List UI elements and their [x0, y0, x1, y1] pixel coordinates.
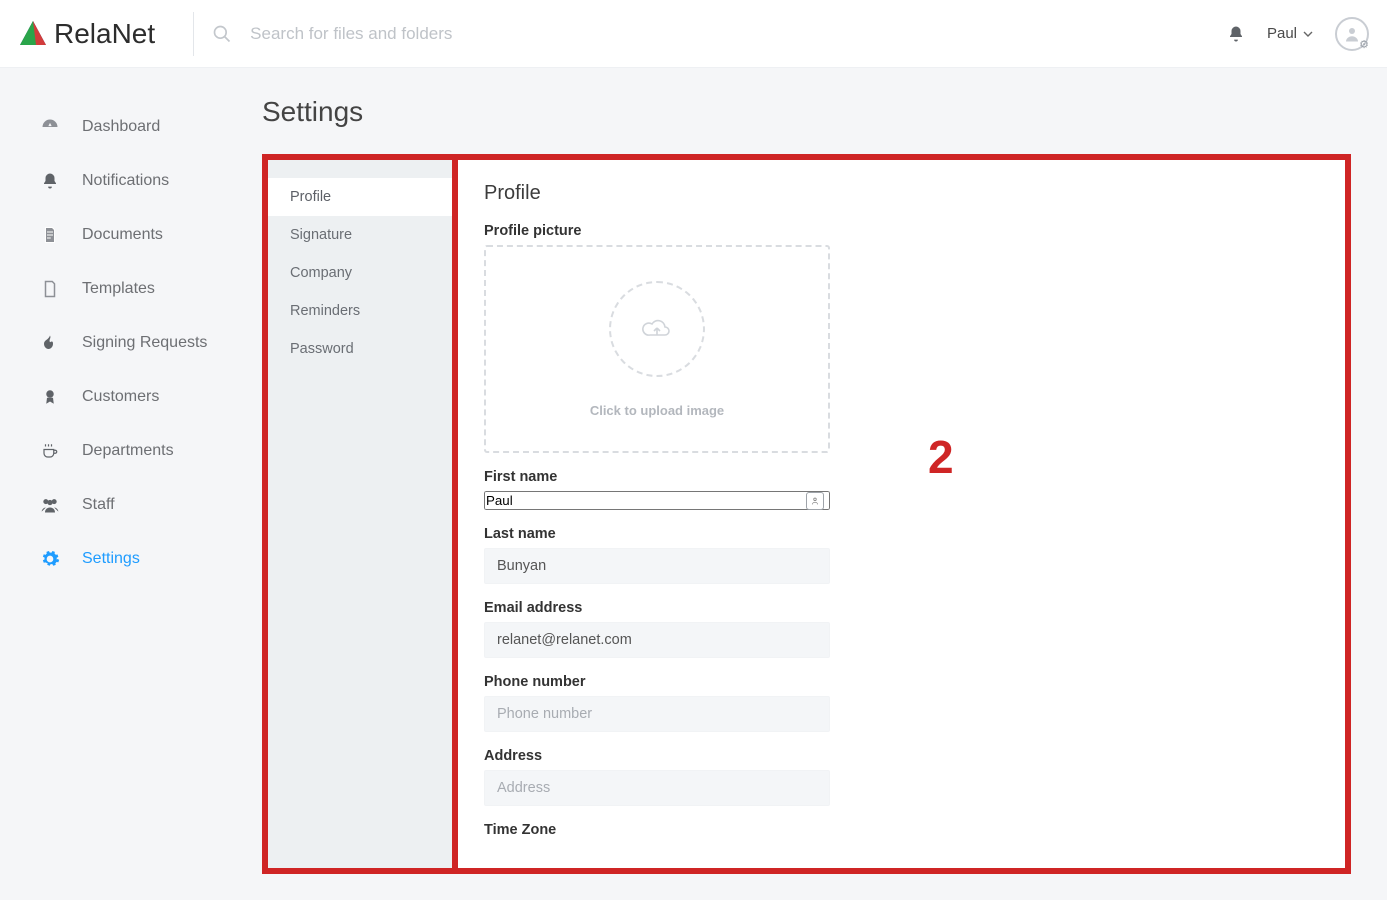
brand-logo[interactable]: RelaNet — [18, 18, 155, 50]
phone-label: Phone number — [484, 674, 1319, 690]
file-icon — [40, 280, 60, 298]
sidebar-item-label: Templates — [82, 280, 155, 298]
profile-picture-label: Profile picture — [484, 223, 1319, 239]
sidebar-item-label: Documents — [82, 226, 163, 244]
field-first-name: First name — [484, 469, 1319, 510]
settings-tab-profile[interactable]: Profile — [268, 178, 452, 216]
badge-icon — [40, 388, 60, 406]
bell-icon — [40, 172, 60, 190]
avatar[interactable]: ⚙ — [1335, 17, 1369, 51]
last-name-input[interactable] — [484, 548, 830, 584]
settings-tab-company[interactable]: Company — [268, 254, 452, 292]
gear-icon: ⚙ — [1359, 38, 1369, 51]
app-header: RelaNet Paul ⚙ — [0, 0, 1387, 68]
upload-circle — [609, 281, 705, 377]
first-name-input[interactable] — [484, 491, 830, 510]
sidebar-item-dashboard[interactable]: Dashboard — [40, 100, 262, 154]
phone-input[interactable] — [484, 696, 830, 732]
sidebar-item-label: Settings — [82, 550, 140, 568]
gauge-icon — [40, 117, 60, 137]
bell-icon[interactable] — [1227, 25, 1245, 43]
search-input[interactable] — [250, 24, 650, 44]
coffee-icon — [40, 442, 60, 460]
relanet-logo-icon — [18, 19, 48, 49]
settings-card: 1 2 Profile Signature Company Reminders … — [262, 154, 1351, 874]
settings-tab-password[interactable]: Password — [268, 330, 452, 368]
field-address: Address — [484, 748, 1319, 806]
field-profile-picture: Profile picture Click to upload image — [484, 223, 1319, 453]
upload-hint-text: Click to upload image — [590, 403, 724, 418]
timezone-label: Time Zone — [484, 822, 1319, 838]
sidebar-nav: Dashboard Notifications Documents Templa… — [0, 68, 262, 900]
field-last-name: Last name — [484, 526, 1319, 584]
settings-tab-signature[interactable]: Signature — [268, 216, 452, 254]
address-label: Address — [484, 748, 1319, 764]
field-timezone: Time Zone — [484, 822, 1319, 838]
header-right: Paul ⚙ — [1227, 17, 1369, 51]
settings-tab-reminders[interactable]: Reminders — [268, 292, 452, 330]
field-email: Email address — [484, 600, 1319, 658]
profile-panel: Profile Profile picture Click to upload … — [458, 160, 1345, 868]
sidebar-item-label: Customers — [82, 388, 159, 406]
settings-tabs: Profile Signature Company Reminders Pass… — [268, 160, 458, 868]
panel-heading: Profile — [484, 182, 1319, 205]
sidebar-item-notifications[interactable]: Notifications — [40, 154, 262, 208]
address-input[interactable] — [484, 770, 830, 806]
sidebar-item-customers[interactable]: Customers — [40, 370, 262, 424]
global-search[interactable] — [212, 24, 1227, 44]
header-divider — [193, 12, 194, 56]
main-column: Settings 1 2 Profile Signature Company R… — [262, 68, 1387, 900]
document-icon — [40, 226, 60, 244]
sidebar-item-label: Staff — [82, 496, 115, 514]
sidebar-item-label: Departments — [82, 442, 174, 460]
sidebar-item-settings[interactable]: Settings — [40, 532, 262, 586]
first-name-label: First name — [484, 469, 1319, 485]
user-menu[interactable]: Paul — [1267, 25, 1313, 42]
sidebar-item-departments[interactable]: Departments — [40, 424, 262, 478]
sidebar-item-staff[interactable]: Staff — [40, 478, 262, 532]
sidebar-item-label: Notifications — [82, 172, 169, 190]
upload-dropzone[interactable]: Click to upload image — [484, 245, 830, 453]
email-label: Email address — [484, 600, 1319, 616]
last-name-label: Last name — [484, 526, 1319, 542]
search-icon — [212, 24, 232, 44]
sidebar-item-label: Signing Requests — [82, 334, 207, 352]
email-input[interactable] — [484, 622, 830, 658]
flame-icon — [40, 334, 60, 352]
cloud-upload-icon — [642, 317, 672, 341]
brand-name: RelaNet — [54, 18, 155, 50]
sidebar-item-documents[interactable]: Documents — [40, 208, 262, 262]
user-name-label: Paul — [1267, 25, 1297, 42]
group-icon — [40, 496, 60, 514]
sidebar-item-label: Dashboard — [82, 118, 160, 136]
sidebar-item-templates[interactable]: Templates — [40, 262, 262, 316]
contact-card-icon[interactable] — [806, 492, 824, 510]
field-phone: Phone number — [484, 674, 1319, 732]
chevron-down-icon — [1303, 29, 1313, 39]
page-title: Settings — [262, 96, 1351, 128]
sidebar-item-signing-requests[interactable]: Signing Requests — [40, 316, 262, 370]
gear-icon — [40, 549, 60, 569]
